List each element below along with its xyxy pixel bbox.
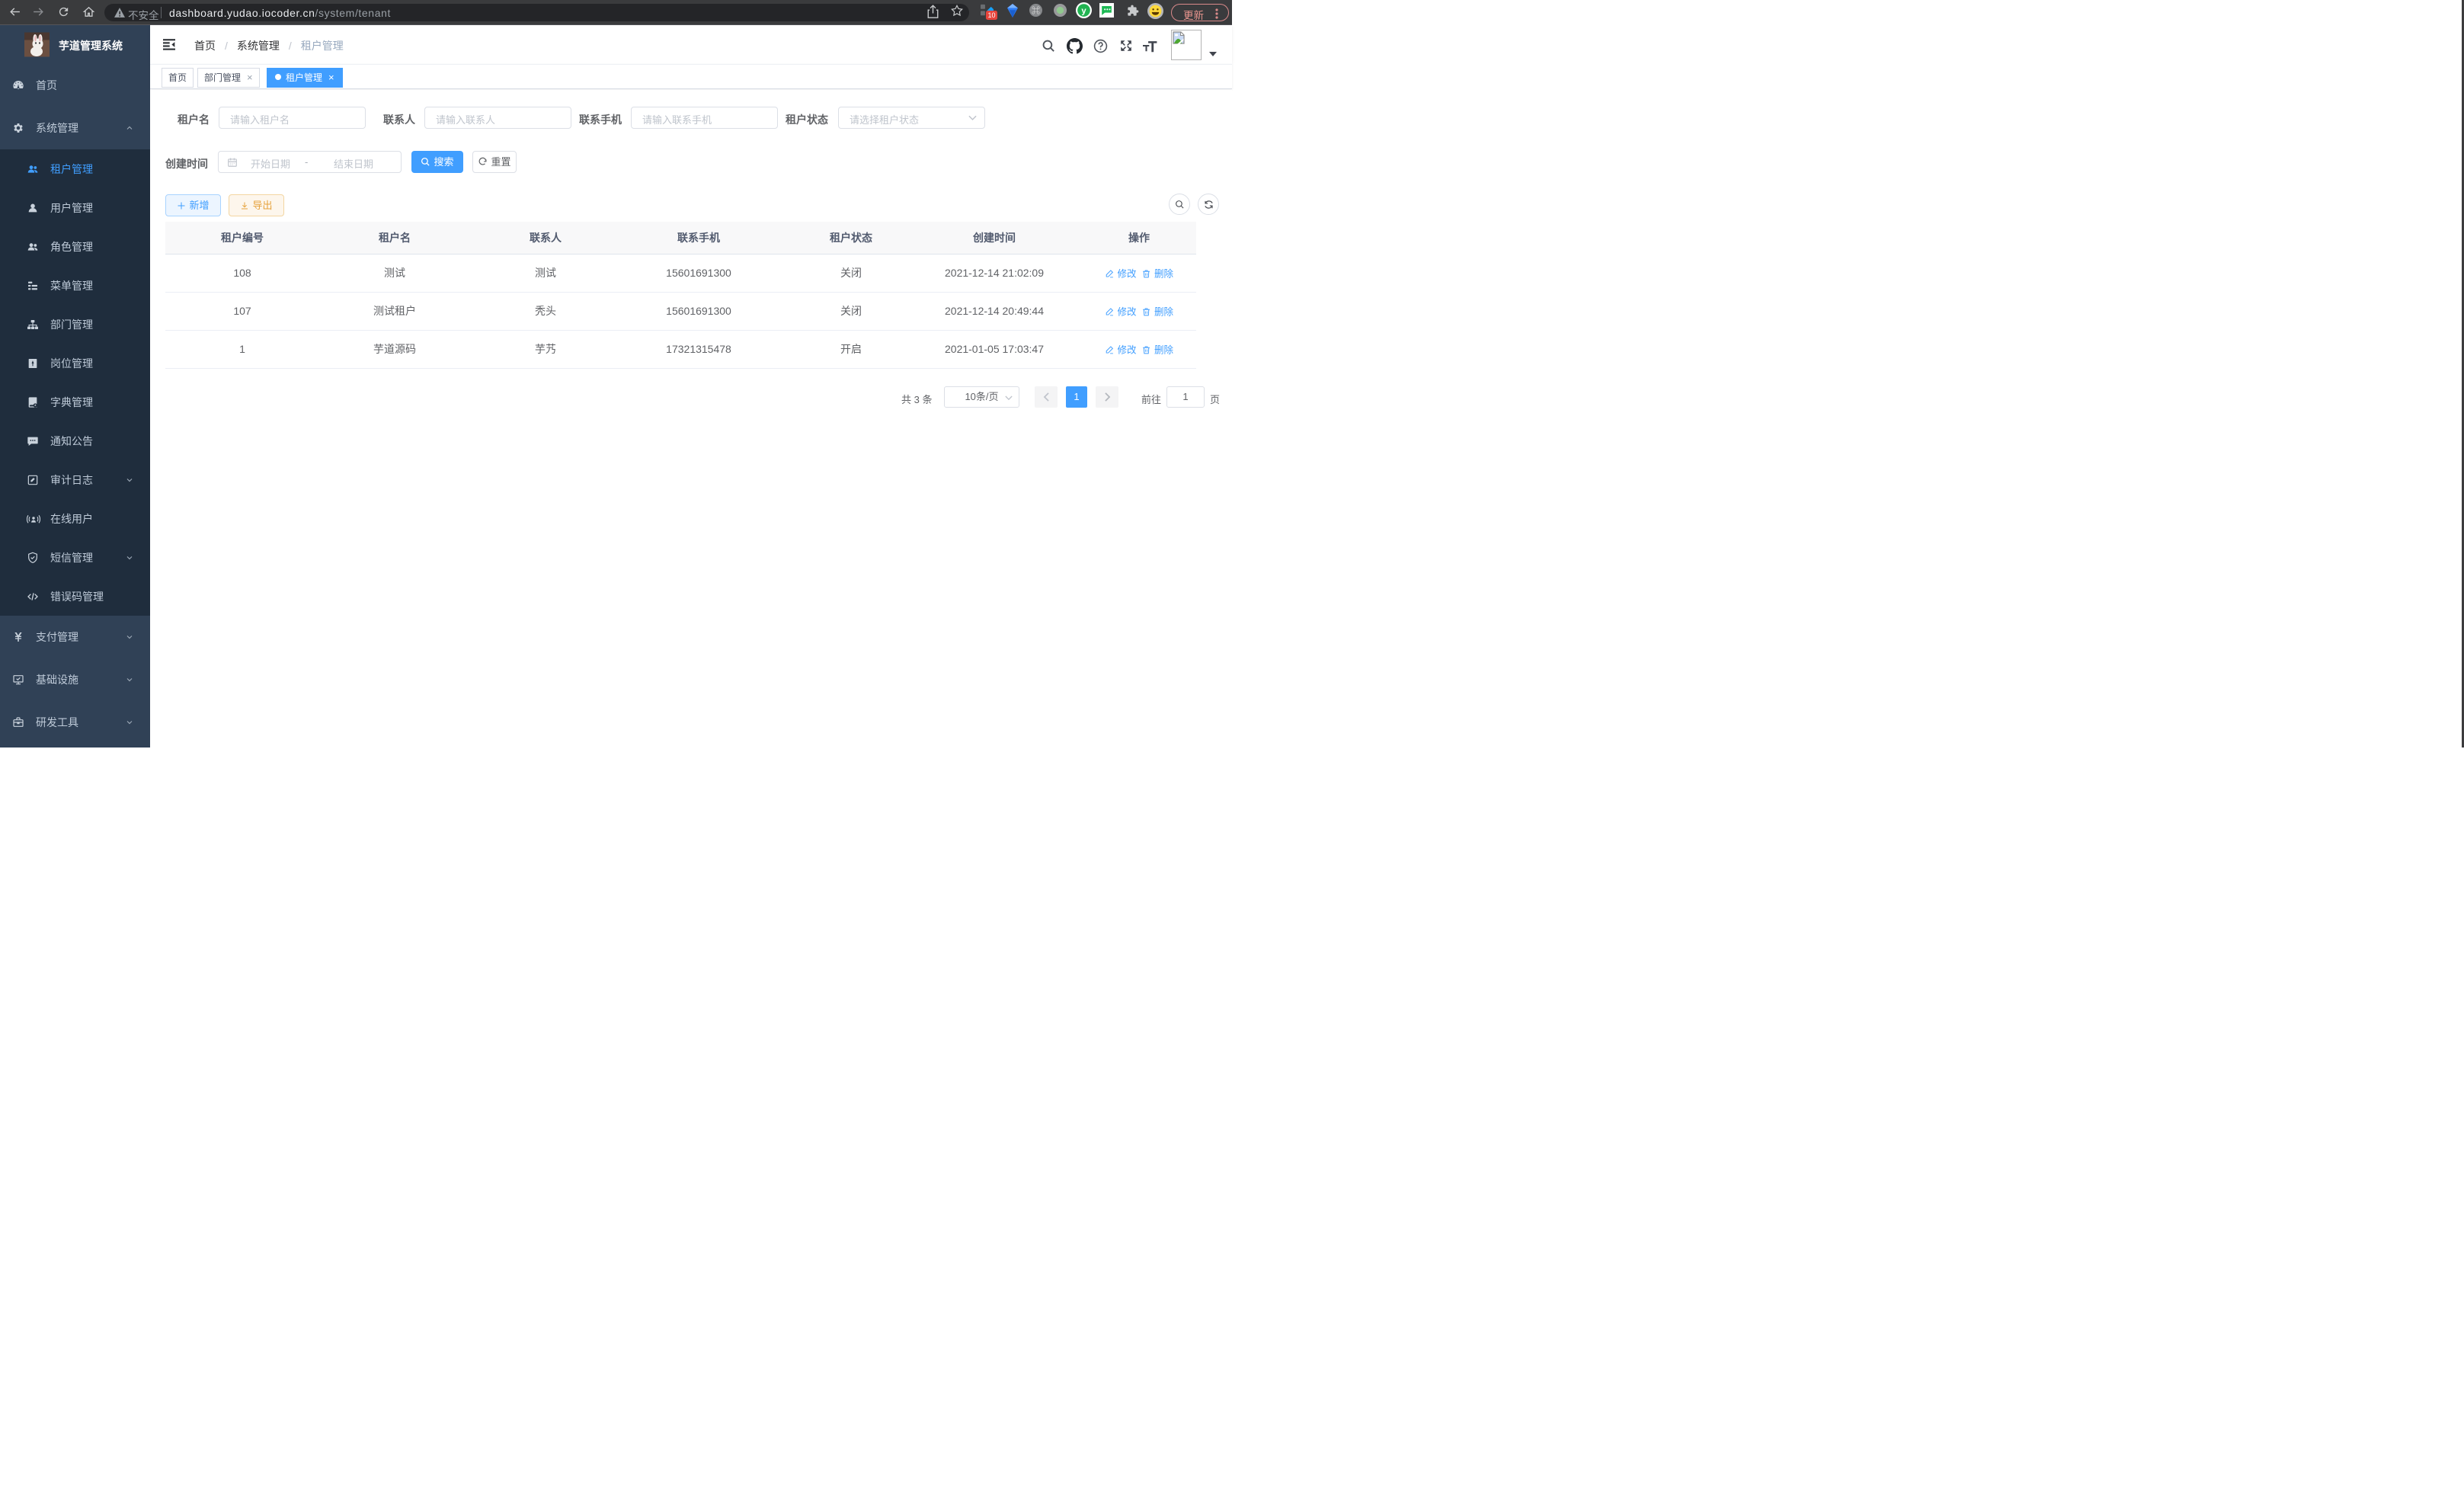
svg-text:⌘: ⌘ [1032, 5, 1040, 15]
svg-text:y: y [1081, 6, 1086, 15]
